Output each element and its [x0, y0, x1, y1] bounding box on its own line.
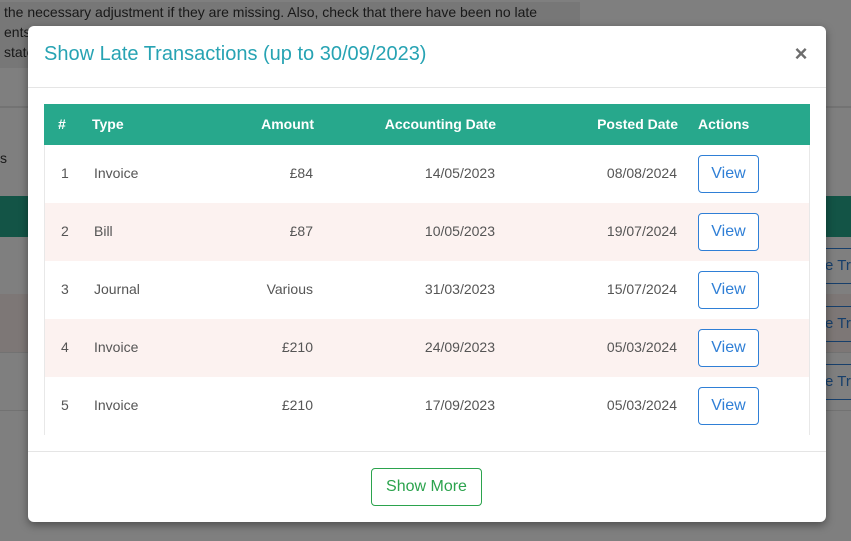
column-header-amount: Amount: [261, 116, 314, 132]
modal-header: Show Late Transactions (up to 30/09/2023…: [28, 26, 826, 88]
row-accounting-date: 10/05/2023: [424, 223, 495, 239]
column-header-number: #: [58, 116, 66, 132]
row-posted-date: 05/03/2024: [606, 339, 677, 355]
table-header: # Type Amount Accounting Date Posted Dat…: [44, 104, 810, 145]
row-amount: £210: [281, 397, 313, 413]
row-number: 3: [61, 281, 69, 297]
row-amount: Various: [266, 281, 313, 297]
table-row: 4 Invoice £210 24/09/2023 05/03/2024 Vie…: [44, 319, 810, 377]
row-posted-date: 05/03/2024: [606, 397, 677, 413]
row-type: Invoice: [94, 165, 139, 181]
row-type: Bill: [94, 223, 113, 239]
row-amount: £84: [289, 165, 313, 181]
modal-title: Show Late Transactions (up to 30/09/2023…: [44, 43, 427, 65]
view-button[interactable]: View: [698, 387, 759, 425]
transactions-table[interactable]: # Type Amount Accounting Date Posted Dat…: [44, 104, 810, 436]
column-header-accounting-date: Accounting Date: [384, 116, 496, 132]
row-accounting-date: 24/09/2023: [424, 339, 495, 355]
table-row: 5 Invoice £210 17/09/2023 05/03/2024 Vie…: [44, 377, 810, 435]
row-posted-date: 08/08/2024: [606, 165, 677, 181]
row-type: Journal: [94, 281, 140, 297]
column-header-actions: Actions: [698, 116, 750, 132]
row-number: 2: [61, 223, 69, 239]
row-amount: £210: [281, 339, 313, 355]
row-accounting-date: 31/03/2023: [424, 281, 495, 297]
row-accounting-date: 17/09/2023: [424, 397, 495, 413]
column-header-type: Type: [92, 116, 124, 132]
row-posted-date: 19/07/2024: [606, 223, 677, 239]
row-type: Invoice: [94, 339, 139, 355]
table-row: 2 Bill £87 10/05/2023 19/07/2024 View: [44, 203, 810, 261]
view-button[interactable]: View: [698, 213, 759, 251]
row-amount: £87: [289, 223, 313, 239]
table-row: 1 Invoice £84 14/05/2023 08/08/2024 View: [44, 145, 810, 203]
show-more-button[interactable]: Show More: [371, 468, 482, 506]
view-button[interactable]: View: [698, 271, 759, 309]
view-button[interactable]: View: [698, 329, 759, 367]
close-icon[interactable]: ×: [792, 42, 810, 66]
view-button[interactable]: View: [698, 155, 759, 193]
table-row: 3 Journal Various 31/03/2023 15/07/2024 …: [44, 261, 810, 319]
late-transactions-modal: Show Late Transactions (up to 30/09/2023…: [28, 26, 826, 522]
row-accounting-date: 14/05/2023: [424, 165, 495, 181]
row-type: Invoice: [94, 397, 139, 413]
row-posted-date: 15/07/2024: [606, 281, 677, 297]
row-number: 4: [61, 339, 69, 355]
column-header-posted-date: Posted Date: [597, 116, 678, 132]
row-number: 5: [61, 397, 69, 413]
row-number: 1: [61, 165, 69, 181]
modal-footer: Show More: [28, 451, 826, 522]
